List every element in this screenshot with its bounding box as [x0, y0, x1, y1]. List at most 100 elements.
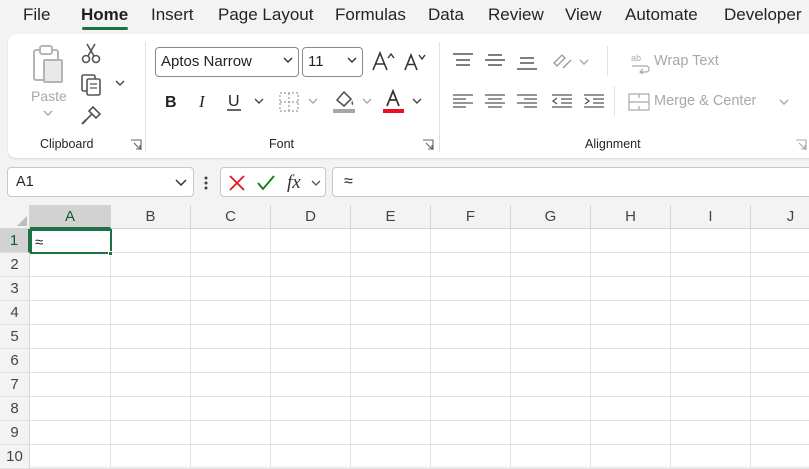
cell[interactable] — [351, 445, 431, 469]
cell[interactable] — [351, 253, 431, 277]
cell[interactable] — [30, 397, 111, 421]
cell[interactable] — [591, 301, 671, 325]
cell[interactable] — [191, 349, 271, 373]
cell[interactable] — [511, 349, 591, 373]
cell[interactable] — [431, 421, 511, 445]
cell[interactable] — [111, 421, 191, 445]
column-header[interactable]: J — [751, 205, 809, 229]
cell[interactable] — [111, 253, 191, 277]
paste-button[interactable] — [26, 42, 70, 120]
cell[interactable] — [671, 373, 751, 397]
cell[interactable] — [591, 373, 671, 397]
cell[interactable] — [111, 229, 191, 253]
chevron-down-icon[interactable] — [311, 180, 321, 186]
cell[interactable] — [511, 373, 591, 397]
tab-formulas[interactable]: Formulas — [335, 5, 406, 25]
copy-icon[interactable] — [80, 73, 104, 97]
cell[interactable] — [431, 229, 511, 253]
cell[interactable] — [111, 397, 191, 421]
align-left-icon[interactable] — [452, 93, 474, 109]
clipboard-launcher-icon[interactable] — [130, 139, 142, 151]
insert-function-icon[interactable]: fx — [286, 171, 308, 195]
cell[interactable] — [111, 349, 191, 373]
cell[interactable] — [751, 253, 809, 277]
cell[interactable] — [351, 421, 431, 445]
merge-center-label[interactable]: Merge & Center — [654, 93, 756, 109]
column-header[interactable]: I — [671, 205, 751, 229]
cell[interactable] — [591, 445, 671, 469]
fill-handle[interactable] — [108, 251, 113, 256]
row-header[interactable]: 7 — [0, 373, 30, 397]
cell[interactable] — [671, 397, 751, 421]
row-header[interactable]: 5 — [0, 325, 30, 349]
merge-center-dropdown-chevron-icon[interactable] — [779, 99, 789, 105]
cell[interactable] — [591, 277, 671, 301]
cell[interactable] — [271, 397, 351, 421]
cell[interactable] — [191, 253, 271, 277]
decrease-indent-icon[interactable] — [551, 93, 573, 109]
cell[interactable] — [511, 277, 591, 301]
column-header[interactable]: B — [111, 205, 191, 229]
cell[interactable] — [591, 349, 671, 373]
row-header[interactable]: 6 — [0, 349, 30, 373]
bottom-align-icon[interactable] — [516, 55, 538, 71]
cell[interactable] — [431, 253, 511, 277]
column-header[interactable]: C — [191, 205, 271, 229]
row-header[interactable]: 8 — [0, 397, 30, 421]
align-right-icon[interactable] — [516, 93, 538, 109]
underline-icon[interactable]: U — [226, 92, 244, 112]
font-name-combo[interactable]: Aptos Narrow — [155, 47, 299, 77]
cell[interactable] — [271, 229, 351, 253]
cell[interactable] — [271, 253, 351, 277]
increase-font-size-icon[interactable] — [371, 50, 395, 72]
cell[interactable] — [30, 301, 111, 325]
underline-dropdown-chevron-icon[interactable] — [254, 98, 264, 104]
cell[interactable] — [431, 301, 511, 325]
font-launcher-icon[interactable] — [422, 139, 434, 151]
scissors-icon[interactable] — [80, 42, 102, 64]
cell[interactable] — [671, 445, 751, 469]
middle-align-icon[interactable] — [484, 52, 506, 68]
tab-view[interactable]: View — [565, 5, 602, 25]
cell[interactable] — [591, 325, 671, 349]
cell[interactable] — [511, 253, 591, 277]
name-box[interactable]: A1 — [7, 167, 194, 197]
fill-color-icon[interactable] — [332, 88, 356, 114]
cell[interactable] — [431, 373, 511, 397]
cell[interactable] — [751, 325, 809, 349]
cell[interactable] — [191, 445, 271, 469]
cell[interactable] — [271, 325, 351, 349]
cell[interactable] — [271, 301, 351, 325]
cell[interactable] — [671, 253, 751, 277]
decrease-font-size-icon[interactable] — [403, 52, 427, 72]
tab-developer[interactable]: Developer — [724, 5, 802, 25]
cell[interactable] — [351, 397, 431, 421]
cell[interactable] — [30, 253, 111, 277]
copy-dropdown-chevron-icon[interactable] — [115, 80, 125, 86]
increase-indent-icon[interactable] — [583, 93, 605, 109]
cell[interactable] — [30, 373, 111, 397]
cell[interactable] — [671, 277, 751, 301]
cell[interactable] — [511, 229, 591, 253]
cell[interactable] — [591, 421, 671, 445]
cell[interactable] — [271, 277, 351, 301]
cell[interactable] — [271, 349, 351, 373]
paste-dropdown-chevron-icon[interactable] — [43, 110, 53, 116]
tab-data[interactable]: Data — [428, 5, 464, 25]
more-options-icon[interactable] — [203, 175, 209, 191]
italic-icon[interactable]: I — [195, 92, 211, 110]
cell[interactable] — [351, 277, 431, 301]
cell[interactable] — [511, 325, 591, 349]
row-header[interactable]: 1 — [0, 229, 30, 253]
cell[interactable] — [111, 301, 191, 325]
cell[interactable] — [431, 325, 511, 349]
cell[interactable] — [511, 397, 591, 421]
wrap-text-icon[interactable]: ab — [630, 52, 652, 74]
cell[interactable] — [191, 301, 271, 325]
cell[interactable] — [671, 421, 751, 445]
wrap-text-label[interactable]: Wrap Text — [654, 53, 719, 69]
column-header[interactable]: F — [431, 205, 511, 229]
bold-icon[interactable]: B — [163, 92, 179, 110]
cell[interactable] — [351, 229, 431, 253]
alignment-launcher-icon[interactable] — [795, 139, 807, 151]
